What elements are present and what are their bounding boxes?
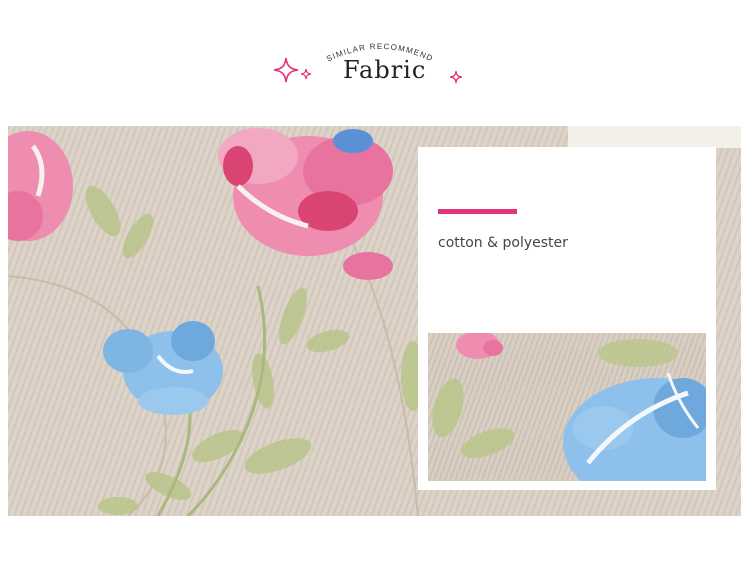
- fabric-closeup-image: [428, 333, 706, 481]
- header: SIMILAR RECOMMEND Fabric: [0, 0, 750, 120]
- header-title: Fabric: [343, 56, 427, 84]
- material-text: cotton & polyester: [438, 235, 568, 251]
- accent-bar: [438, 209, 517, 214]
- fabric-info-card: cotton & polyester: [418, 147, 716, 490]
- sparkle-small-icon: [450, 71, 462, 83]
- sparkle-small-icon: [300, 68, 312, 80]
- sparkle-icon: [273, 57, 299, 83]
